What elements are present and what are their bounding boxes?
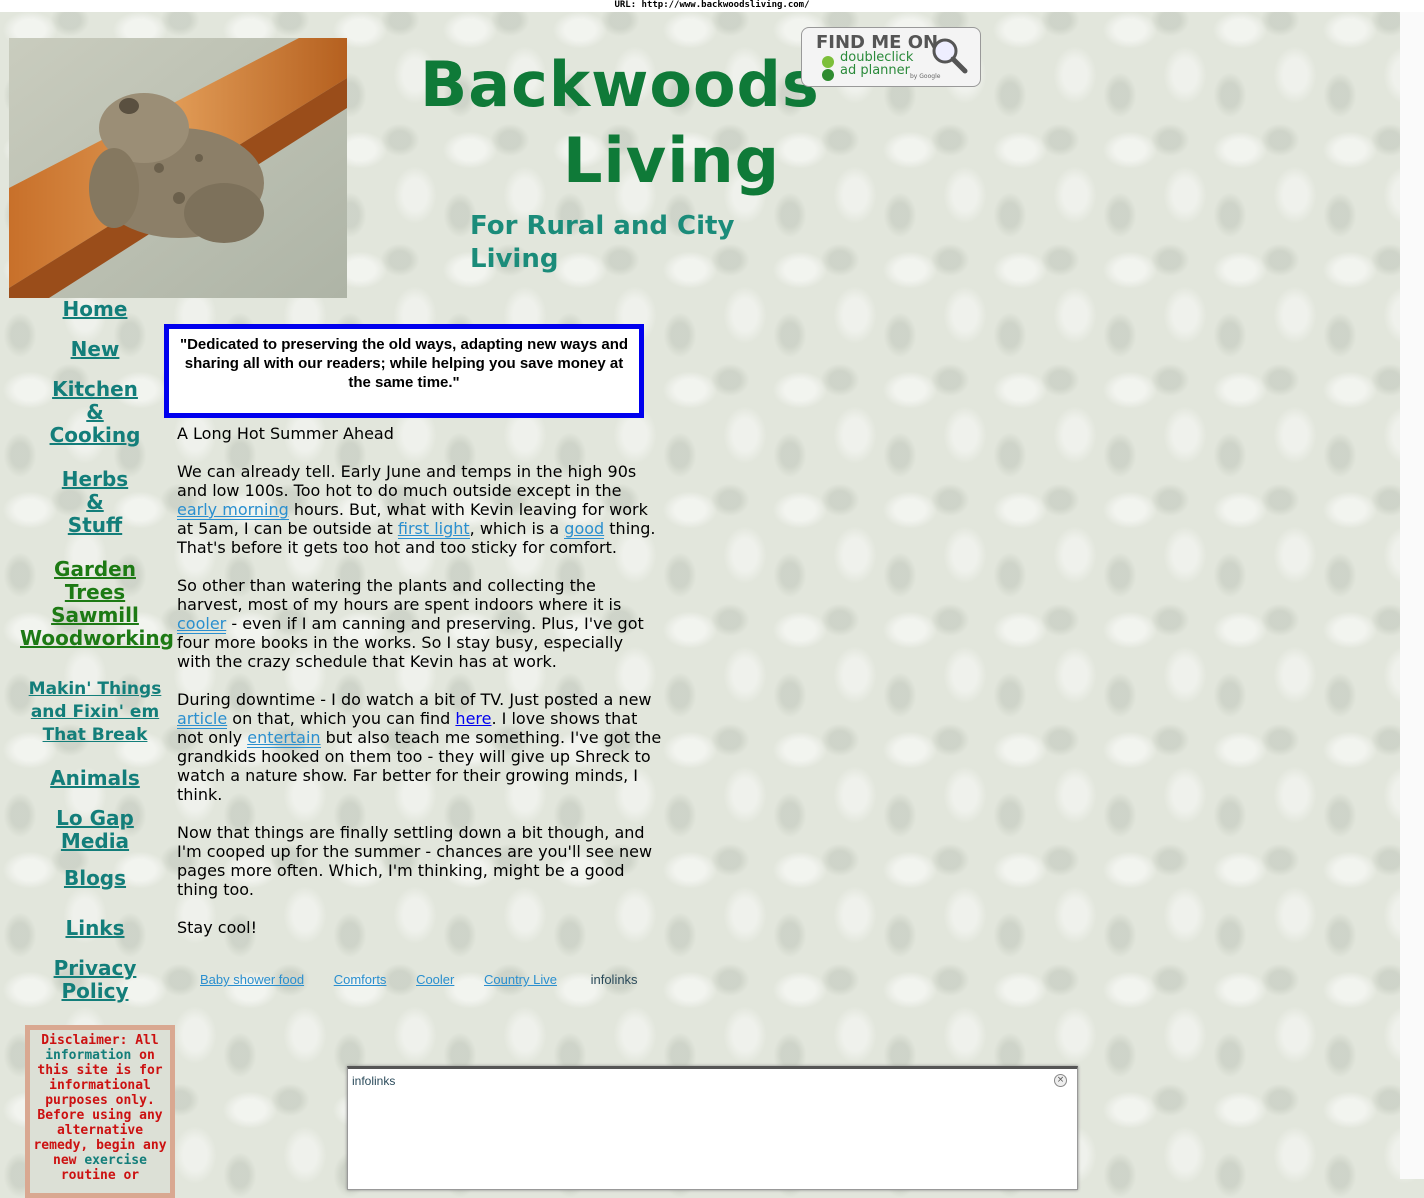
nav-kitchen-cooking[interactable]: Kitchen & Cooking	[20, 378, 170, 447]
infolinks-ad-logo[interactable]: infolinks	[352, 1074, 395, 1088]
inline-link-good[interactable]: good	[564, 519, 605, 539]
infolinks-ad-frame: infolinks ×	[347, 1066, 1078, 1190]
article-paragraph: We can already tell. Early June and temp…	[177, 462, 656, 557]
related-link[interactable]: Comforts	[334, 972, 387, 987]
nav-lo-gap-media[interactable]: Lo Gap Media	[20, 807, 170, 853]
url-caption: URL: http://www.backwoodsliving.com/	[0, 0, 1424, 12]
nav-garden-woodworking[interactable]: Garden Trees Sawmill Woodworking	[20, 558, 174, 650]
nav-herbs-stuff[interactable]: Herbs & Stuff	[20, 468, 170, 537]
disclaimer-exercise-link[interactable]: exercise	[84, 1153, 147, 1168]
article-signoff: Stay cool!	[177, 918, 258, 937]
badge-line2: doubleclick ad planner	[840, 50, 914, 78]
article-paragraph: During downtime - I do watch a bit of TV…	[177, 690, 662, 804]
inline-link-entertain[interactable]: entertain	[247, 728, 321, 748]
related-link[interactable]: Baby shower food	[200, 972, 304, 987]
sidebar-nav: Home New Kitchen & Cooking Herbs & Stuff Gar…	[20, 298, 174, 1003]
nav-privacy-policy[interactable]: Privacy Policy	[20, 957, 170, 1003]
nav-animals[interactable]: Animals	[20, 767, 170, 790]
page-right-edge	[1400, 12, 1424, 1179]
infolinks-logo[interactable]: infolinks	[591, 972, 638, 987]
article-paragraph: So other than watering the plants and co…	[177, 576, 644, 671]
doubleclick-logo-icon	[819, 55, 837, 87]
site-subtitle: For Rural and City Living	[470, 211, 735, 274]
related-link[interactable]: Country Live	[484, 972, 557, 987]
nav-links[interactable]: Links	[20, 917, 170, 940]
article-heading: A Long Hot Summer Ahead	[177, 424, 394, 443]
disclaimer-box: Disclaimer: All information on this site…	[25, 1025, 175, 1198]
nav-blogs[interactable]: Blogs	[20, 867, 170, 890]
magnifier-icon	[930, 36, 970, 80]
nav-new[interactable]: New	[20, 338, 170, 361]
here-link[interactable]: here	[455, 709, 491, 728]
inline-link-first-light[interactable]: first light	[397, 519, 470, 539]
nav-home[interactable]: Home	[20, 298, 170, 321]
disclaimer-information-link[interactable]: information	[45, 1048, 131, 1063]
close-icon[interactable]: ×	[1054, 1074, 1067, 1087]
article-body: A Long Hot Summer Ahead We can already t…	[177, 424, 662, 956]
inline-link-early-morning[interactable]: early morning	[177, 500, 289, 520]
related-links-bar: Baby shower food Comforts Cooler Country…	[200, 972, 638, 987]
mission-quote: "Dedicated to preserving the old ways, a…	[164, 324, 644, 418]
site-title-line2: Living	[563, 124, 780, 197]
inline-link-article[interactable]: article	[177, 709, 228, 729]
find-me-badge[interactable]: FIND ME ON doubleclick ad planner by Goog…	[801, 27, 981, 87]
inline-link-cooler[interactable]: cooler	[177, 614, 227, 634]
nav-makin-things[interactable]: Makin' Things and Fixin' em That Break	[20, 678, 170, 747]
related-link[interactable]: Cooler	[416, 972, 454, 987]
site-title-line1: Backwoods	[420, 48, 820, 121]
frog-photo	[9, 38, 347, 298]
article-paragraph: Now that things are finally settling dow…	[177, 823, 653, 899]
